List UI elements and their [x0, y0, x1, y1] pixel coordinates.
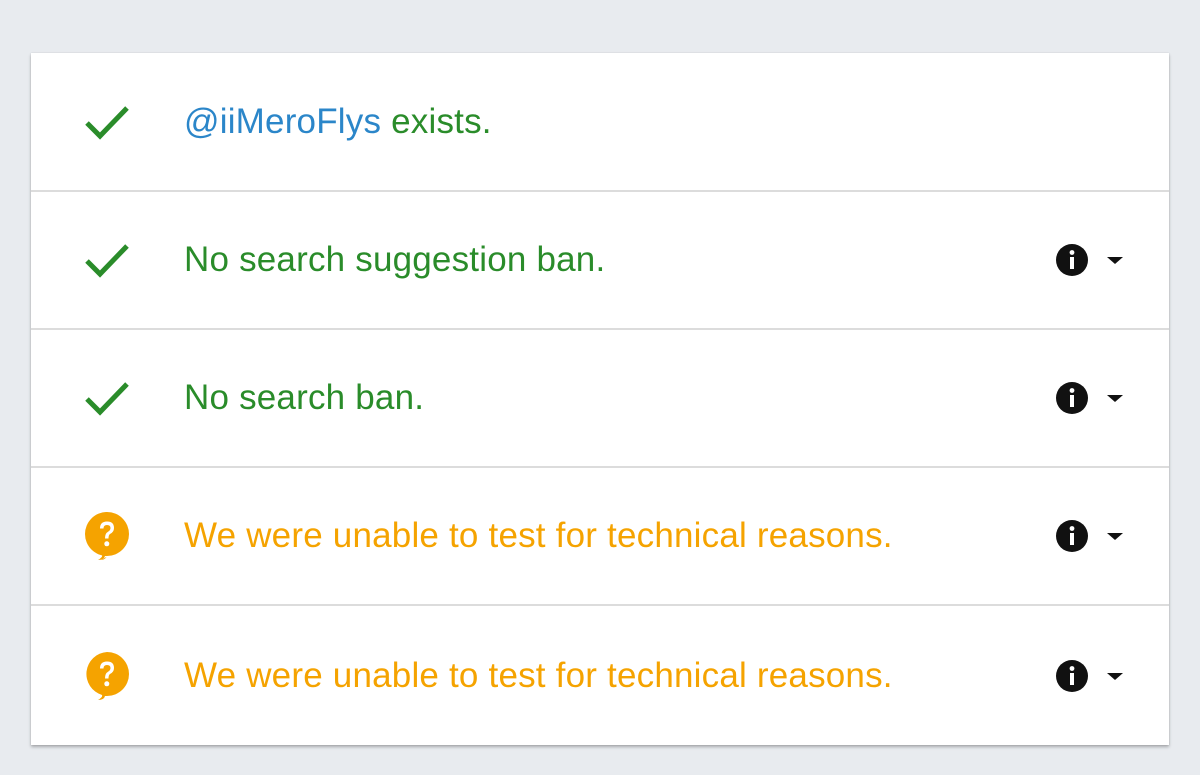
- info-icon[interactable]: [1055, 243, 1089, 277]
- info-icon[interactable]: [1055, 659, 1089, 693]
- info-icon[interactable]: [1055, 519, 1089, 553]
- row-controls: [1055, 381, 1125, 415]
- result-message: We were unable to test for technical rea…: [184, 655, 893, 695]
- result-message: No search ban.: [184, 378, 425, 417]
- row-controls: [1055, 659, 1125, 693]
- result-row-search-suggestion-ban: No search suggestion ban.: [31, 192, 1169, 330]
- check-icon: [81, 372, 133, 424]
- result-message: exists.: [381, 101, 492, 141]
- result-message: No search suggestion ban.: [184, 240, 606, 279]
- caret-down-icon[interactable]: [1105, 670, 1125, 682]
- question-bubble-icon: [81, 510, 133, 562]
- result-row-unable-to-test-1: We were unable to test for technical rea…: [31, 468, 1169, 606]
- results-card: @iiMeroFlys exists. No search suggestion…: [31, 53, 1169, 745]
- caret-down-icon[interactable]: [1105, 392, 1125, 404]
- question-bubble-icon: [81, 650, 133, 702]
- result-message: We were unable to test for technical rea…: [184, 516, 893, 555]
- result-row-unable-to-test-2: We were unable to test for technical rea…: [31, 606, 1169, 745]
- check-icon: [81, 96, 133, 148]
- result-text: @iiMeroFlys exists.: [184, 102, 492, 142]
- row-controls: [1055, 519, 1125, 553]
- username-handle[interactable]: @iiMeroFlys: [184, 102, 381, 141]
- caret-down-icon[interactable]: [1105, 530, 1125, 542]
- result-row-search-ban: No search ban.: [31, 330, 1169, 468]
- check-icon: [81, 234, 133, 286]
- info-icon[interactable]: [1055, 381, 1089, 415]
- row-controls: [1055, 243, 1125, 277]
- caret-down-icon[interactable]: [1105, 254, 1125, 266]
- result-row-exists: @iiMeroFlys exists.: [31, 53, 1169, 192]
